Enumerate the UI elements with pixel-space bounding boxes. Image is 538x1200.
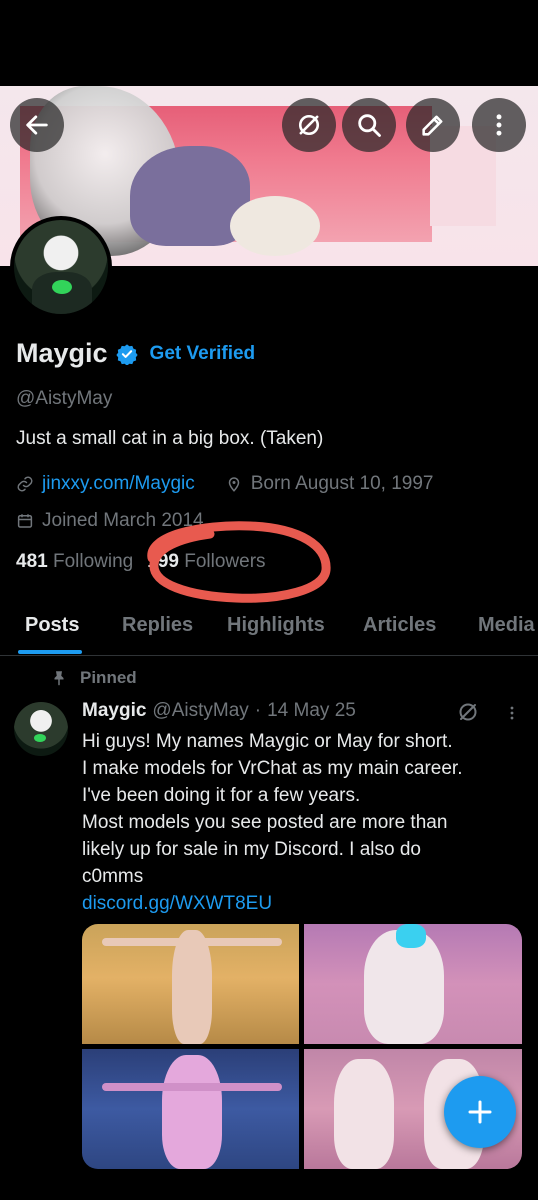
profile-tabs: Posts Replies Highlights Articles Media [0,600,538,656]
tab-posts[interactable]: Posts [25,600,79,637]
following-count: 481 [16,551,48,572]
get-verified-link[interactable]: Get Verified [150,343,256,365]
pinned-indicator: Pinned [50,668,137,688]
model-figure [172,930,212,1044]
active-tab-indicator [18,650,82,654]
more-options-button[interactable] [472,98,526,152]
post-avatar-logo [34,734,46,742]
grok-icon [298,114,320,136]
birthday-text: Born August 10, 1997 [250,473,434,494]
post-author-handle[interactable]: @AistyMay [152,700,248,722]
verified-badge-icon[interactable] [115,343,138,365]
more-vertical-icon [496,114,502,136]
profile-handle: @AistyMay [16,388,113,409]
pinned-label: Pinned [80,668,137,687]
tab-media[interactable]: Media [478,600,535,637]
model-arms [102,1083,282,1091]
grok-button[interactable] [282,98,336,152]
post-text-line: Hi guys! My names Maygic or May for shor… [82,731,453,752]
calendar-icon [17,514,33,528]
post-text-line: I make models for VrChat as my main care… [82,758,463,779]
model-arms [102,938,282,946]
post-body: Hi guys! My names Maygic or May for shor… [82,728,522,917]
profile-meta-row: jinxxy.com/Maygic Born August 10, 1997 [16,473,434,495]
edit-icon [422,115,443,136]
following-label: Following [52,551,134,572]
avatar-shirt [32,272,92,314]
post-text-line: likely up for sale in my Discord. I also… [82,839,421,860]
post-separator: · [254,700,262,721]
tab-replies[interactable]: Replies [122,600,193,637]
model-figure [162,1055,222,1169]
following-stat[interactable]: 481 Following [16,551,133,573]
search-icon [358,114,381,137]
discord-link[interactable]: discord.gg/WXWT8EU [82,890,522,917]
media-image-3[interactable] [82,1049,299,1169]
post-text-line: c0mms [82,866,144,887]
model-hair [396,924,426,948]
model-figure [334,1059,394,1169]
back-button[interactable] [10,98,64,152]
name-row: Maygic Get Verified [16,338,255,369]
profile-name: Maygic [16,338,108,368]
search-button[interactable] [342,98,396,152]
plus-icon [468,1100,492,1124]
post-date[interactable]: 14 May 25 [267,700,356,722]
profile-avatar[interactable] [10,216,112,318]
back-arrow-icon [26,115,48,135]
pin-icon [54,671,64,686]
media-image-2[interactable] [304,924,522,1044]
banner-character-tail [230,196,320,256]
red-circle-annotation [147,521,331,603]
post-header: Maygic @AistyMay · 14 May 25 [82,700,356,722]
website-link[interactable]: jinxxy.com/Maygic [42,473,195,495]
tab-highlights[interactable]: Highlights [227,600,325,637]
post-text-line: I've been doing it for a few years. [82,785,361,806]
profile-bio: Just a small cat in a big box. (Taken) [16,428,324,449]
post-author-name[interactable]: Maygic [82,700,146,722]
edit-button[interactable] [406,98,460,152]
avatar-logo [52,280,72,294]
media-image-1[interactable] [82,924,299,1044]
post-more-icon[interactable] [502,702,522,724]
post-text-line: Most models you see posted are more than [82,812,448,833]
compose-post-button[interactable] [444,1076,516,1148]
post-author-avatar[interactable] [14,702,68,756]
location-pin-icon [228,477,239,492]
tab-articles[interactable]: Articles [363,600,436,637]
link-icon [17,476,33,492]
grok-icon[interactable] [456,700,480,724]
